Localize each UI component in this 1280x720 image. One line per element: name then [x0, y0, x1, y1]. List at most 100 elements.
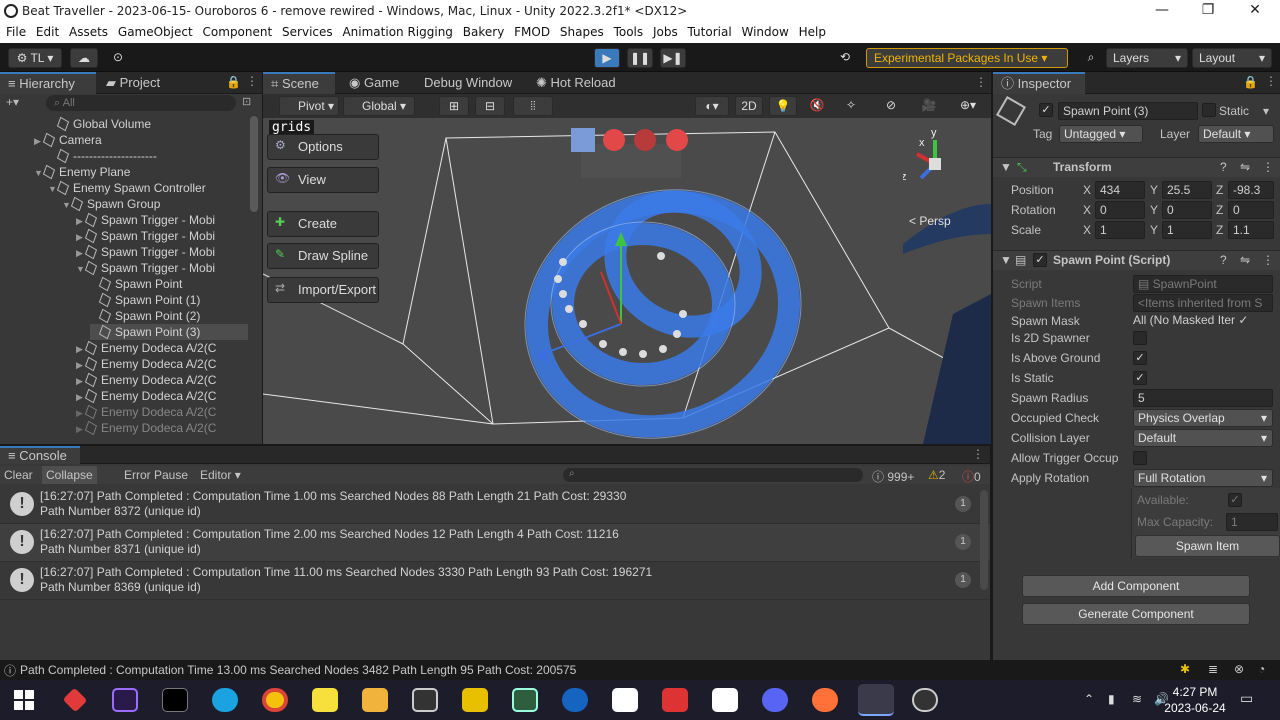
console-message[interactable]: ! [16:27:07] Path Completed : Computatio…: [0, 486, 990, 524]
lock-icon[interactable]: 🔒: [226, 75, 241, 89]
component-menu-icon[interactable]: ⋮: [1262, 251, 1274, 269]
generate-component-button[interactable]: Generate Component: [1022, 603, 1250, 625]
foldout-icon[interactable]: ▼: [1000, 158, 1012, 176]
camera-icon[interactable]: 🎥: [913, 96, 945, 116]
spawn-radius-field[interactable]: 5: [1133, 389, 1273, 407]
todoist-icon[interactable]: [662, 688, 688, 712]
inspector-lock-icon[interactable]: 🔒: [1243, 75, 1258, 89]
menu-services[interactable]: Services: [282, 23, 333, 39]
menu-edit[interactable]: Edit: [36, 23, 59, 39]
hidden-objects-icon[interactable]: ⊘: [877, 96, 905, 116]
minimize-button[interactable]: —: [1147, 2, 1177, 22]
menu-window[interactable]: Window: [741, 23, 788, 39]
tab-hot-reload[interactable]: ✺ Hot Reload: [528, 72, 624, 94]
maps-icon[interactable]: [562, 688, 588, 712]
scale-z-field[interactable]: 1.1: [1228, 221, 1274, 239]
hierarchy-item[interactable]: ▼ Enemy Spawn Controller: [48, 180, 248, 196]
hierarchy-item[interactable]: ---------------------: [48, 148, 248, 164]
increment-snap-icon[interactable]: ⦙⦙: [513, 96, 553, 116]
orientation-gizmo[interactable]: y x z: [903, 128, 973, 198]
hierarchy-item[interactable]: ▶ Enemy Dodeca A/2(C: [76, 420, 248, 436]
app-icon-green[interactable]: [512, 688, 538, 712]
app-icon-red[interactable]: [62, 687, 88, 713]
menu-tutorial[interactable]: Tutorial: [688, 23, 732, 39]
console-message[interactable]: ! [16:27:07] Path Completed : Computatio…: [0, 562, 990, 600]
collapse-button[interactable]: Collapse: [42, 466, 97, 484]
console-more-icon[interactable]: ⋮: [972, 447, 984, 461]
search-icon[interactable]: ⌕: [1078, 48, 1104, 68]
collision-layer-dropdown[interactable]: Default ▾: [1133, 429, 1273, 447]
add-icon[interactable]: +▾: [6, 95, 19, 109]
add-component-button[interactable]: Add Component: [1022, 575, 1250, 597]
wifi-icon[interactable]: ≋: [1132, 692, 1142, 706]
component-menu-icon[interactable]: ⋮: [1262, 158, 1274, 176]
menu-fmod[interactable]: FMOD: [514, 23, 550, 39]
pivot-dropdown[interactable]: Pivot ▾: [279, 96, 339, 116]
tray-chevron-icon[interactable]: ⌃: [1084, 692, 1094, 706]
menu-assets[interactable]: Assets: [69, 23, 108, 39]
console-message[interactable]: ! [16:27:07] Path Completed : Computatio…: [0, 524, 990, 562]
console-scrollbar[interactable]: [980, 490, 988, 590]
notion-icon[interactable]: [712, 688, 738, 712]
hierarchy-item[interactable]: ▶ Enemy Dodeca A/2(C: [76, 388, 248, 404]
active-checkbox[interactable]: ✓: [1039, 103, 1053, 117]
is-2d-spawner-checkbox[interactable]: [1133, 331, 1147, 345]
firefox-icon[interactable]: [812, 688, 838, 712]
tab-game[interactable]: ◉ Game: [341, 72, 407, 94]
history-icon[interactable]: ⟲: [833, 48, 857, 68]
component-enabled-checkbox[interactable]: ✓: [1033, 253, 1047, 267]
step-button[interactable]: ▶❚: [660, 48, 686, 68]
hierarchy-item[interactable]: Spawn Point (1): [90, 292, 248, 308]
slack-icon[interactable]: [612, 688, 638, 712]
grid-icon[interactable]: ⊟: [475, 96, 505, 116]
menu-animation-rigging[interactable]: Animation Rigging: [342, 23, 452, 39]
hierarchy-item[interactable]: Global Volume: [48, 116, 248, 132]
menu-gameobject[interactable]: GameObject: [118, 23, 193, 39]
clear-button[interactable]: Clear: [4, 468, 33, 482]
tab-console[interactable]: ≡ Console: [0, 446, 80, 464]
tab-scene[interactable]: ⌗ Scene: [263, 72, 335, 94]
hierarchy-item[interactable]: ▶ Spawn Trigger - Mobi: [76, 244, 248, 260]
position-x-field[interactable]: 434: [1095, 181, 1145, 199]
bug-icon[interactable]: ✱: [1180, 662, 1190, 676]
hierarchy-item[interactable]: ▶ Camera: [34, 132, 248, 148]
object-name-field[interactable]: Spawn Point (3): [1058, 102, 1198, 120]
preset-icon[interactable]: ⇋: [1240, 251, 1250, 269]
menu-bakery[interactable]: Bakery: [463, 23, 505, 39]
audio-icon[interactable]: 🔇: [803, 96, 831, 116]
progress-icon[interactable]: ◔: [1258, 662, 1265, 676]
miro-icon[interactable]: [462, 688, 488, 712]
discord-icon[interactable]: [762, 688, 788, 712]
layer-dropdown[interactable]: Default ▾: [1198, 125, 1274, 143]
preset-icon[interactable]: ⇋: [1240, 158, 1250, 176]
hierarchy-item[interactable]: ▼ Spawn Trigger - Mobi: [76, 260, 248, 276]
debug-icon[interactable]: ⊗: [1234, 662, 1244, 676]
clock[interactable]: 4:27 PM 2023-06-24: [1160, 684, 1230, 716]
gizmos-icon[interactable]: ⊕▾: [951, 96, 985, 116]
close-button[interactable]: ✕: [1240, 2, 1270, 22]
hierarchy-item[interactable]: ▼ Spawn Group: [62, 196, 248, 212]
rotation-z-field[interactable]: 0: [1228, 201, 1274, 219]
tag-dropdown[interactable]: Untagged ▾: [1059, 125, 1143, 143]
app-icon-purple[interactable]: [112, 688, 138, 712]
position-y-field[interactable]: 25.5: [1162, 181, 1212, 199]
hierarchy-item[interactable]: ▶ Spawn Trigger - Mobi: [76, 212, 248, 228]
transform-header[interactable]: [993, 157, 1280, 177]
position-z-field[interactable]: -98.3: [1228, 181, 1274, 199]
effects-icon[interactable]: ✧: [837, 96, 865, 116]
status-message[interactable]: Path Completed : Computation Time 13.00 …: [20, 663, 576, 677]
scale-y-field[interactable]: 1: [1162, 221, 1212, 239]
unity-editor-icon[interactable]: [858, 684, 894, 716]
hierarchy-item[interactable]: ▶ Enemy Dodeca A/2(C: [76, 356, 248, 372]
app-icon-wave[interactable]: [162, 688, 188, 712]
hierarchy-item[interactable]: ▼ Enemy Plane: [34, 164, 248, 180]
hierarchy-item[interactable]: ▶ Enemy Dodeca A/2(C: [76, 340, 248, 356]
menu-help[interactable]: Help: [799, 23, 826, 39]
foldout-icon[interactable]: ▼: [1000, 251, 1012, 269]
layers-dropdown[interactable]: Layers ▾: [1106, 48, 1188, 68]
play-button[interactable]: ▶: [594, 48, 620, 68]
help-icon[interactable]: ?: [1220, 251, 1227, 269]
notifications-icon[interactable]: ▭: [1240, 690, 1253, 707]
is-above-ground-checkbox[interactable]: ✓: [1133, 351, 1147, 365]
menu-file[interactable]: File: [6, 23, 26, 39]
